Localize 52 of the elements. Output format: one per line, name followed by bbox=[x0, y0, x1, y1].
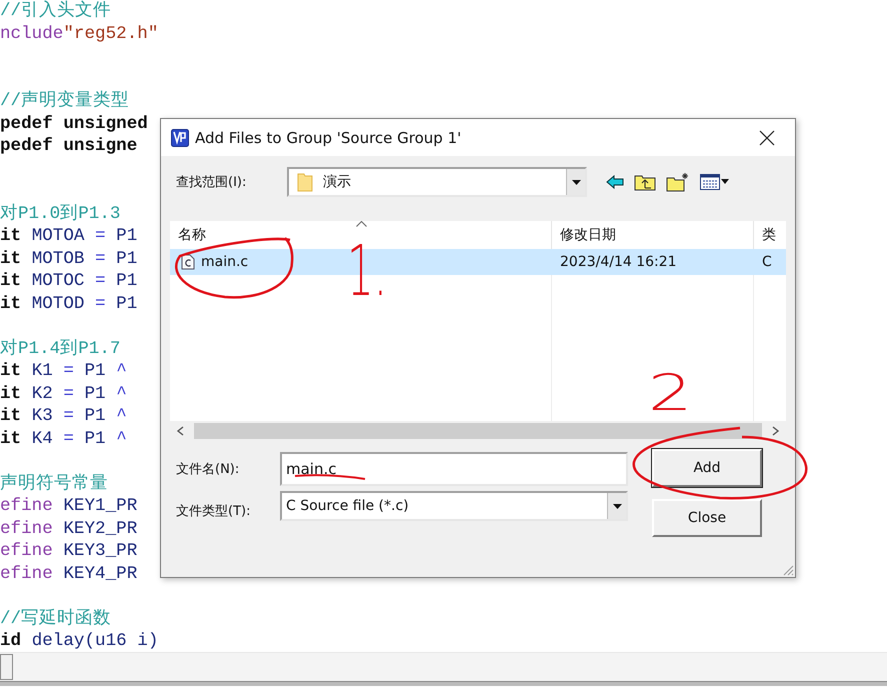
code-line: it MOTOC = P1 bbox=[0, 270, 138, 292]
code-line: it K2 = P1 ^ bbox=[0, 382, 127, 405]
code-line: //声明变量类型 bbox=[0, 90, 130, 112]
file-name-field[interactable]: main.c bbox=[280, 452, 628, 486]
c-file-icon bbox=[181, 254, 195, 270]
code-line: pedef unsigned bbox=[0, 112, 148, 135]
scroll-left-icon[interactable] bbox=[176, 426, 184, 436]
app-icon bbox=[171, 128, 189, 146]
handwritten-number: 2 bbox=[648, 368, 693, 418]
code-line: efine KEY2_PR bbox=[0, 518, 138, 540]
code-line: it K4 = P1 ^ bbox=[0, 428, 127, 450]
close-icon[interactable] bbox=[759, 130, 775, 146]
code-line: it K3 = P1 ^ bbox=[0, 405, 127, 428]
code-line: id delay(u16 i) bbox=[0, 630, 158, 652]
code-line: it MOTOA = P1 bbox=[0, 225, 138, 248]
code-line: it MOTOB = P1 bbox=[0, 248, 138, 270]
code-line: //引入头文件 bbox=[0, 0, 112, 22]
horizontal-scrollbar[interactable] bbox=[0, 652, 887, 681]
file-type: C bbox=[762, 254, 772, 270]
code-line: 对P1.0到P1.3 bbox=[0, 202, 120, 225]
look-in-dropdown[interactable]: 演示 bbox=[287, 167, 587, 197]
code-line: nclude"reg52.h" bbox=[0, 22, 158, 45]
code-line: efine KEY3_PR bbox=[0, 540, 138, 562]
sort-caret-icon bbox=[356, 221, 366, 227]
code-line: //写延时函数 bbox=[0, 608, 112, 630]
code-line: pedef unsigne bbox=[0, 135, 138, 158]
look-in-label: 查找范围(I): bbox=[175, 174, 248, 191]
code-line: 声明符号常量 bbox=[0, 472, 108, 495]
view-menu-icon[interactable] bbox=[700, 174, 730, 190]
scroll-thumb[interactable] bbox=[194, 423, 762, 439]
file-name-label: 文件名(N): bbox=[175, 461, 240, 478]
close-button[interactable]: Close bbox=[652, 499, 762, 537]
window-title: Add Files to Group 'Source Group 1' bbox=[195, 128, 462, 146]
underline-annotation bbox=[294, 474, 366, 480]
modified-date: 2023/4/14 16:21 bbox=[560, 254, 677, 270]
back-arrow-icon[interactable] bbox=[606, 175, 624, 189]
new-folder-icon[interactable] bbox=[666, 172, 690, 192]
code-line: efine KEY1_PR bbox=[0, 495, 138, 518]
code-line: it MOTOD = P1 bbox=[0, 292, 138, 315]
resize-grip-icon[interactable] bbox=[782, 564, 794, 576]
file-type-dropdown[interactable]: C Source file (*.c) bbox=[280, 491, 628, 521]
folder-up-icon[interactable] bbox=[634, 173, 656, 191]
file-type-label: 文件类型(T): bbox=[175, 503, 252, 520]
scroll-right-icon[interactable] bbox=[772, 426, 780, 436]
file-name: main.c bbox=[201, 254, 248, 270]
scroll-button[interactable] bbox=[0, 654, 13, 680]
code-line: it K1 = P1 ^ bbox=[0, 360, 127, 382]
column-header[interactable]: 类 bbox=[754, 221, 786, 249]
add-button[interactable]: Add bbox=[652, 449, 762, 487]
folder-icon bbox=[297, 172, 313, 192]
code-line: efine KEY4_PR bbox=[0, 562, 138, 585]
code-line: 对P1.4到P1.7 bbox=[0, 338, 120, 360]
